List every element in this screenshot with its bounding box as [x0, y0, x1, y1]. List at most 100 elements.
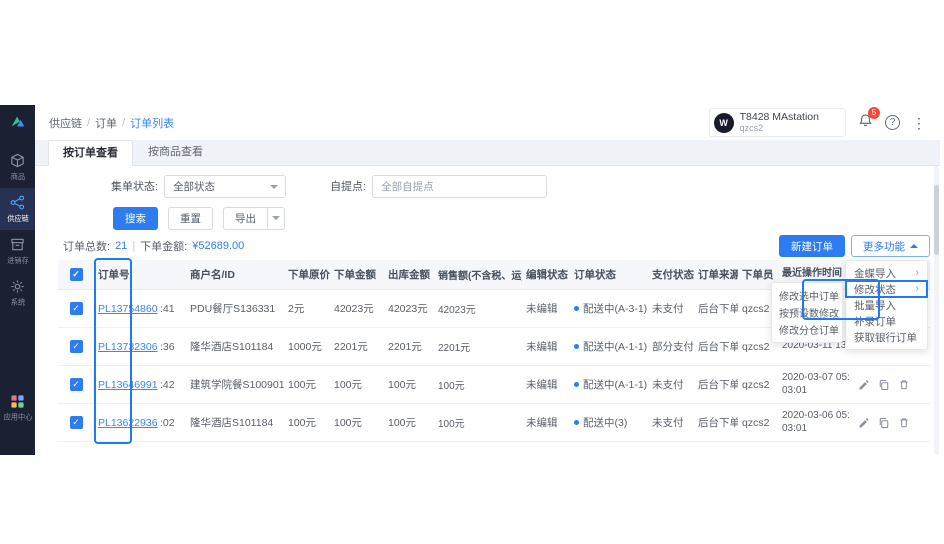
last-op-time-cell: 2020-03-07 05:03:01 [782, 372, 850, 396]
orig-price-cell: 100元 [288, 379, 317, 391]
submenu-item-modify-selected[interactable]: 修改选中订单 [772, 287, 842, 304]
breadcrumb: 供应链 / 订单 / 订单列表 [49, 115, 174, 131]
sidebar-item-inventory[interactable]: 进销存 [0, 230, 35, 272]
more-functions-label: 更多功能 [863, 240, 905, 253]
breadcrumb-item[interactable]: 订单 [95, 115, 117, 131]
menu-item-batch-import[interactable]: 批量导入 [846, 297, 927, 313]
menu-item-label: 补录订单 [854, 315, 896, 328]
box-icon [11, 153, 24, 168]
collect-status-select[interactable]: 全部状态 [164, 174, 287, 198]
sidebar-item-label: 商品 [10, 172, 25, 181]
last-op-time-cell: 2020-03-06 05:03:01 [782, 410, 850, 434]
copy-icon[interactable] [878, 379, 890, 391]
order-number-link[interactable]: PL13646991 [98, 379, 158, 391]
collect-status-label: 集单状态: [111, 181, 159, 193]
order-number-link[interactable]: PL13622936 [98, 417, 158, 429]
merchant-cell: 建筑学院餐S100901 [190, 379, 284, 391]
menu-item-label: 批量导入 [854, 299, 896, 312]
tab-by-product[interactable]: 按商品查看 [133, 139, 218, 165]
notifications-button[interactable]: 5 [858, 106, 880, 133]
check-icon: ✓ [72, 417, 80, 427]
more-functions-button[interactable]: 更多功能 [851, 235, 930, 257]
header-time [160, 260, 186, 289]
reset-button[interactable]: 重置 [168, 206, 213, 230]
menu-item-modify-status[interactable]: 修改状态 › [845, 280, 928, 298]
row-checkbox[interactable]: ✓ [69, 340, 83, 353]
edit-icon[interactable] [858, 379, 870, 391]
main-area: 供应链 / 订单 / 订单列表 W T8428 MAstation qzcs2 … [35, 105, 940, 455]
pay-status-cell: 未支付 [652, 379, 684, 391]
sidebar-item-supply-chain[interactable]: 供应链 [0, 188, 35, 230]
sidebar-item-system[interactable]: 系统 [0, 272, 35, 314]
pickup-point-input[interactable] [372, 174, 548, 198]
order-number-link[interactable]: PL13754860 [98, 303, 158, 315]
order-count-label: 订单总数: [63, 241, 111, 253]
order-amount-cell: 42023元 [334, 303, 374, 315]
status-dot [574, 344, 579, 349]
tab-label: 按订单查看 [63, 147, 118, 159]
row-checkbox[interactable]: ✓ [69, 378, 83, 391]
header-source: 订单来源 [698, 269, 738, 281]
right-actions: 新建订单 更多功能 [779, 235, 930, 257]
scrollbar-thumb[interactable] [934, 185, 939, 255]
row-checkbox[interactable]: ✓ [69, 302, 83, 315]
orig-price-cell: 100元 [288, 417, 317, 429]
help-button[interactable]: ? [885, 115, 900, 130]
source-cell: 后台下单 [698, 417, 738, 429]
menu-item-label: 获取银行订单 [854, 331, 917, 344]
pay-status-cell: 未支付 [652, 417, 684, 429]
pickup-point-label: 自提点: [330, 181, 367, 193]
order-time-cell: :36 [160, 340, 175, 353]
export-button[interactable]: 导出 [223, 206, 268, 230]
submenu-item-modify-split-warehouse[interactable]: 修改分仓订单 [772, 321, 842, 338]
table-row: ✓ PL13646991 :42 建筑学院餐S100901 100元 100元 … [58, 366, 930, 404]
header-order-amount: 下单金额 [334, 269, 376, 281]
user-menu[interactable]: W T8428 MAstation qzcs2 [708, 108, 846, 137]
actions-cell [854, 366, 930, 403]
select-all-checkbox[interactable]: ✓ [69, 268, 83, 281]
submenu-item-modify-by-preset[interactable]: 按预设数修改 [772, 304, 842, 321]
order-time-cell: :02 [160, 416, 175, 429]
orig-price-cell: 2元 [288, 303, 305, 315]
header-sales-amount: 销售额(不含税、运) [438, 271, 522, 282]
outbound-amount-cell: 2201元 [388, 341, 422, 353]
toolbar: 搜索 重置 导出 [45, 206, 930, 230]
orig-price-cell: 1000元 [288, 341, 322, 353]
gear-icon [11, 280, 24, 293]
tab-by-order[interactable]: 按订单查看 [48, 140, 133, 166]
pay-status-cell: 部分支付 [652, 341, 694, 353]
sales-amount-cell: 2201元 [438, 343, 471, 354]
breadcrumb-item[interactable]: 供应链 [49, 115, 82, 131]
outbound-amount-cell: 42023元 [388, 303, 428, 315]
sidebar-item-app-center[interactable]: 应用中心 [0, 387, 35, 429]
chevron-right-icon: › [915, 283, 919, 295]
notification-badge: 5 [868, 106, 880, 119]
row-checkbox[interactable]: ✓ [69, 416, 83, 429]
order-amount-cell: 100元 [334, 417, 363, 429]
menu-item-supplement-order[interactable]: 补录订单 [846, 313, 927, 329]
more-options-button[interactable]: ⋮ [912, 116, 926, 130]
delete-icon[interactable] [898, 417, 910, 429]
export-dropdown-button[interactable] [267, 206, 285, 230]
chevron-down-icon [270, 184, 279, 189]
edit-icon[interactable] [858, 417, 870, 429]
status-dot [574, 382, 579, 387]
search-button[interactable]: 搜索 [113, 206, 158, 230]
sidebar-item-products[interactable]: 商品 [0, 146, 35, 188]
order-number-link[interactable]: PL13732306 [98, 341, 158, 353]
app-logo-icon [9, 113, 27, 136]
sidebar-item-label: 系统 [10, 298, 25, 307]
menu-item-fetch-bank-orders[interactable]: 获取银行订单 [846, 329, 927, 345]
new-order-button[interactable]: 新建订单 [779, 235, 845, 257]
copy-icon[interactable] [878, 417, 890, 429]
sales-amount-cell: 42023元 [438, 305, 476, 316]
menu-item-kingdee-import[interactable]: 金蝶导入 › [846, 265, 927, 281]
header-edit-status: 编辑状态 [526, 269, 568, 281]
delete-icon[interactable] [898, 379, 910, 391]
outbound-amount-cell: 100元 [388, 379, 417, 391]
source-cell: 后台下单 [698, 379, 738, 391]
export-button-group: 导出 [223, 206, 285, 230]
user-subname: qzcs2 [739, 123, 764, 134]
actions-cell [854, 404, 930, 441]
order-count-value: 21 [115, 240, 128, 252]
